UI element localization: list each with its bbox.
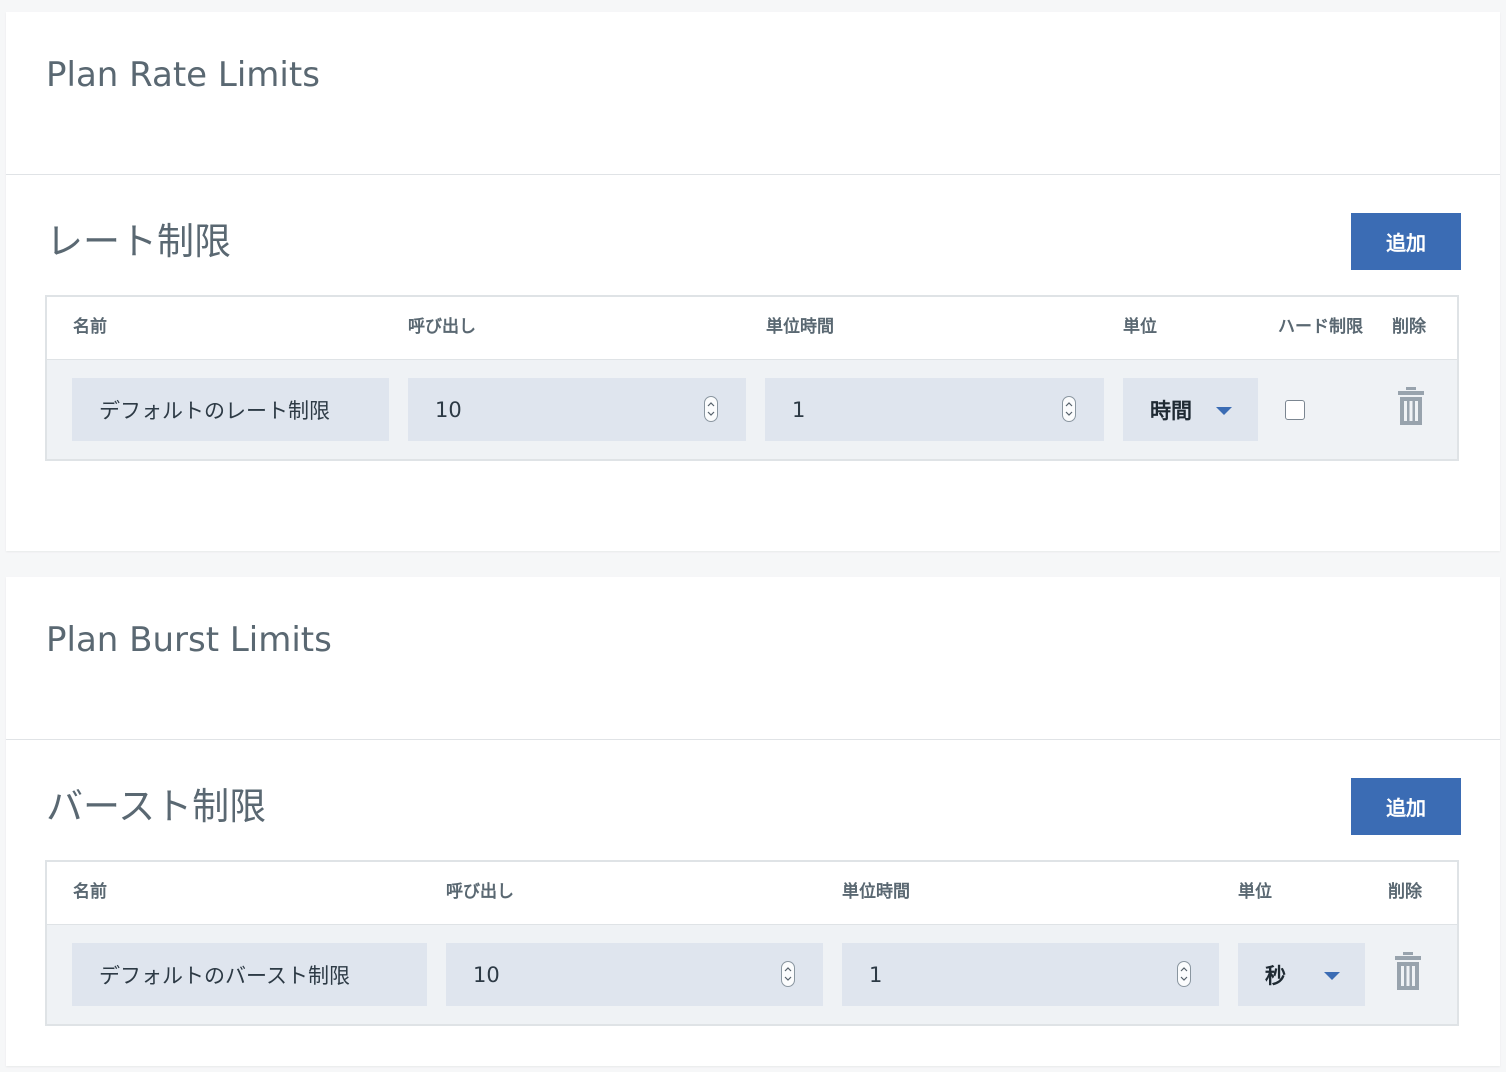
add-rate-limit-button[interactable]: 追加 [1351, 213, 1461, 270]
burst-calls-value: 10 [473, 962, 500, 987]
rate-name-value: デフォルトのレート制限 [99, 398, 330, 423]
caret-down-icon [1216, 407, 1232, 415]
burst-calls-input[interactable]: 10 [446, 943, 823, 1006]
stepper-icon[interactable] [781, 961, 795, 987]
table-header: 名前 呼び出し 単位時間 単位 削除 [47, 862, 1457, 925]
burst-name-value: デフォルトのバースト制限 [99, 963, 350, 988]
rate-limits-card: Plan Rate Limits レート制限 追加 名前 呼び出し 単位時間 単… [6, 12, 1500, 551]
rate-name-field[interactable]: デフォルトのレート制限 [72, 378, 389, 441]
card-title: Plan Burst Limits [46, 620, 332, 660]
burst-name-field[interactable]: デフォルトのバースト制限 [72, 943, 427, 1006]
table-header: 名前 呼び出し 単位時間 単位 ハード制限 削除 [47, 297, 1457, 360]
burst-unit-value: 秒 [1265, 963, 1286, 988]
trash-icon[interactable] [1394, 952, 1422, 994]
trash-icon[interactable] [1397, 387, 1425, 429]
hard-limit-checkbox[interactable] [1285, 400, 1305, 420]
burst-interval-input[interactable]: 1 [842, 943, 1219, 1006]
column-header-name: 名前 [73, 317, 107, 337]
divider [6, 739, 1500, 740]
column-header-calls: 呼び出し [446, 882, 514, 902]
column-header-delete: 削除 [1392, 317, 1426, 337]
burst-limits-card: Plan Burst Limits バースト制限 追加 名前 呼び出し 単位時間… [6, 577, 1500, 1066]
caret-down-icon [1324, 972, 1340, 980]
column-header-calls: 呼び出し [408, 317, 476, 337]
burst-interval-value: 1 [869, 962, 883, 987]
column-header-interval: 単位時間 [766, 317, 834, 337]
column-header-unit: 単位 [1238, 882, 1272, 902]
burst-limits-table: 名前 呼び出し 単位時間 単位 削除 デフォルトのバースト制限 10 1 秒 [45, 860, 1459, 1026]
stepper-icon[interactable] [1062, 396, 1076, 422]
card-title: Plan Rate Limits [46, 55, 320, 95]
stepper-icon[interactable] [704, 396, 718, 422]
stepper-icon[interactable] [1177, 961, 1191, 987]
divider [6, 174, 1500, 175]
column-header-name: 名前 [73, 882, 107, 902]
add-burst-limit-button[interactable]: 追加 [1351, 778, 1461, 835]
rate-interval-input[interactable]: 1 [765, 378, 1104, 441]
rate-calls-value: 10 [435, 397, 462, 422]
column-header-interval: 単位時間 [842, 882, 910, 902]
rate-unit-select[interactable]: 時間 [1123, 378, 1258, 441]
table-row: デフォルトのバースト制限 10 1 秒 [47, 925, 1457, 1024]
rate-unit-value: 時間 [1150, 398, 1192, 423]
rate-interval-value: 1 [792, 397, 806, 422]
table-row: デフォルトのレート制限 10 1 時間 [47, 360, 1457, 459]
burst-unit-select[interactable]: 秒 [1238, 943, 1365, 1006]
section-title: レート制限 [46, 220, 231, 263]
column-header-unit: 単位 [1123, 317, 1157, 337]
rate-calls-input[interactable]: 10 [408, 378, 746, 441]
section-title: バースト制限 [46, 785, 267, 828]
rate-limits-table: 名前 呼び出し 単位時間 単位 ハード制限 削除 デフォルトのレート制限 10 … [45, 295, 1459, 461]
column-header-delete: 削除 [1388, 882, 1422, 902]
column-header-hard-limit: ハード制限 [1278, 317, 1363, 337]
